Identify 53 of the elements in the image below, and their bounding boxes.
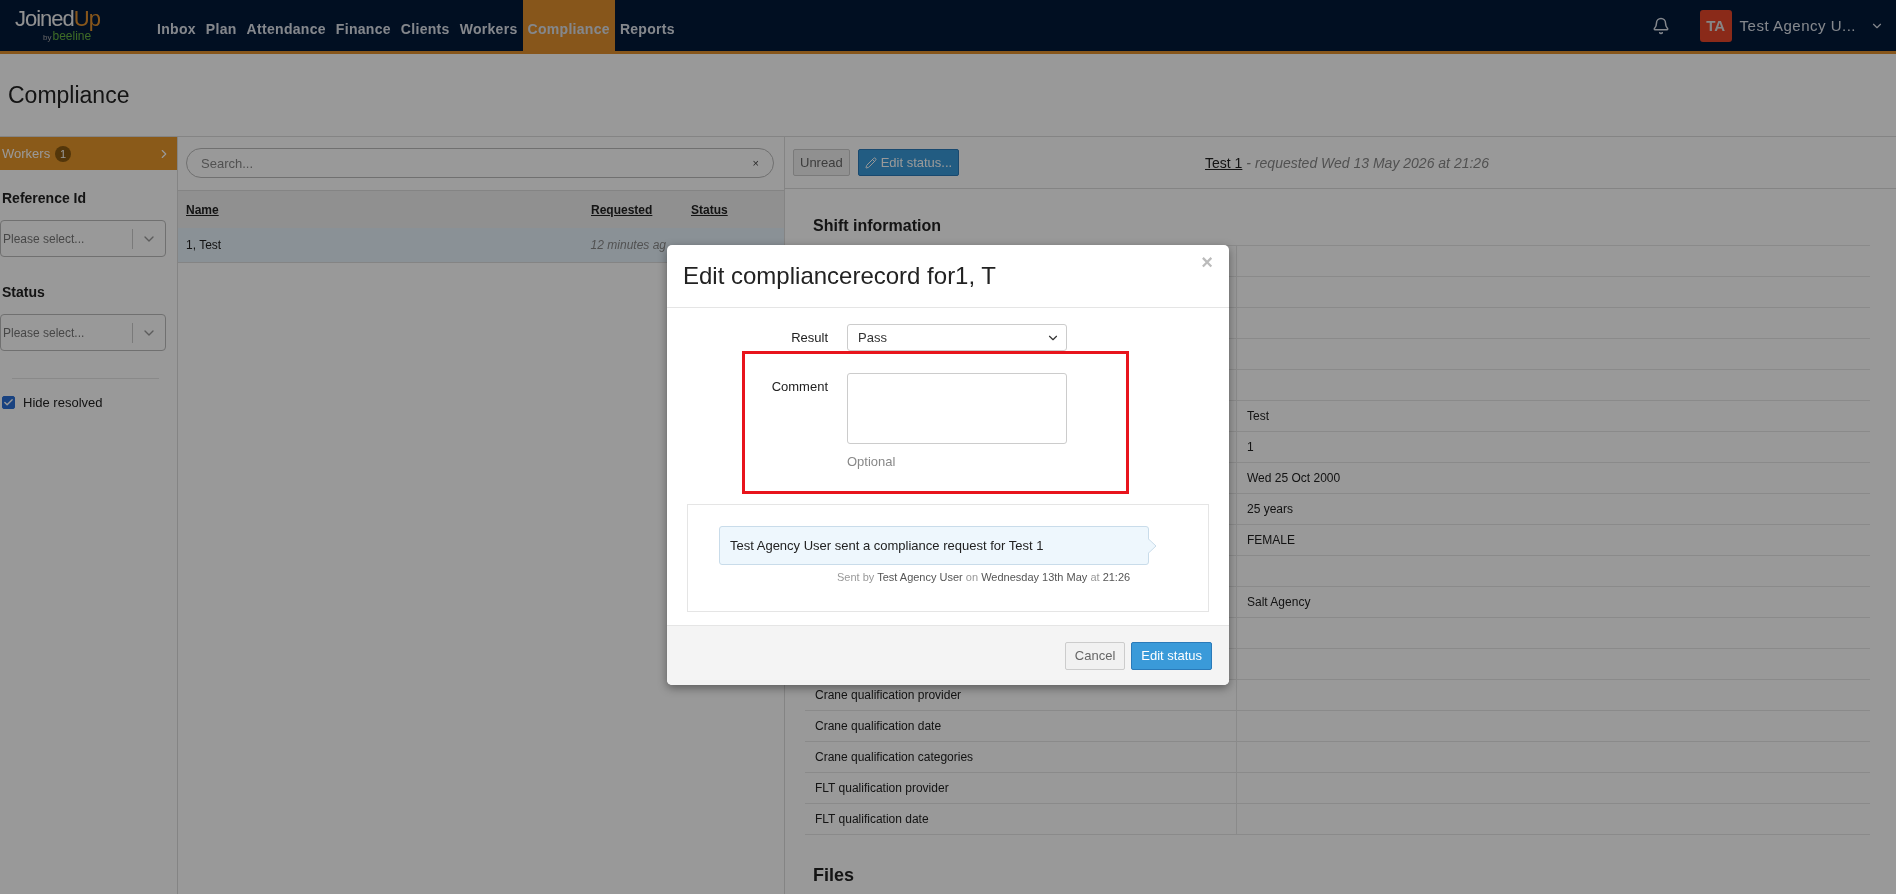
message-text: Test Agency User sent a compliance request for Test 1 [730,538,1044,553]
field-value: 1 [1247,440,1254,454]
section-label: Workers [2,146,51,161]
field-value: Test [1247,409,1269,423]
result-select[interactable]: Pass [847,324,1067,351]
worker-name: 1, Test [186,238,222,252]
column-header[interactable]: Name [186,202,591,217]
comment-field[interactable] [847,373,1067,444]
filter-label: Status [2,284,46,300]
list-row[interactable]: 1, Test 12 minutes ag [178,228,784,263]
field-value: Wed 25 Oct 2000 [1247,471,1341,485]
dialog-title: Edit compliancerecord for1, T [683,262,997,290]
field-label: Crane qualification categories [815,750,974,764]
submit-button[interactable]: Edit status [1131,641,1212,670]
record-link[interactable]: Test 1 [1205,154,1243,171]
filter-label: Reference Id [2,190,88,206]
nav-tab[interactable]: Clients [395,0,455,51]
field-label: Comment [770,378,828,394]
cancel-button[interactable]: Cancel [1064,641,1126,670]
hide-resolved-checkbox[interactable] [2,396,15,409]
checkbox-label: Hide resolved [23,395,103,410]
pencil-icon [864,156,877,169]
section-heading: Shift information [813,217,942,235]
sidebar-section-header[interactable]: Workers 1 [0,137,177,170]
nav-tab[interactable]: Inbox [152,0,201,51]
nav-tab[interactable]: Workers [454,0,523,51]
field-label: Crane qualification provider [815,688,962,702]
clear-icon[interactable]: × [752,157,759,169]
user-name[interactable]: Test Agency U... [1739,17,1856,34]
requested-date: - requested Wed 13 May 2026 at 21:26 [1246,154,1489,171]
filter-select[interactable]: Please select... [0,220,166,257]
column-header[interactable]: Requested [591,202,691,217]
section-heading: Files [813,865,856,886]
field-value: 25 years [1247,502,1294,516]
column-header[interactable]: Status [691,202,751,217]
nav-tab[interactable]: Plan [200,0,242,51]
unread-button[interactable]: Unread [793,149,850,176]
requested-time: 12 minutes ag [590,238,666,252]
bell-icon[interactable] [1651,16,1670,35]
field-label: Result [790,329,828,345]
field-label: FLT qualification provider [815,781,949,795]
help-text: Optional [847,454,897,469]
nav-tab[interactable]: Finance [330,0,396,51]
field-label: FLT qualification date [815,812,929,826]
field-value: FEMALE [1247,533,1295,547]
nav-tab[interactable]: Attendance [241,0,331,51]
filter-select[interactable]: Please select... [0,314,166,351]
field-value: Salt Agency [1247,595,1311,609]
message-meta: Sent by Test Agency User on Wednesday 13th May at 21:26 [837,571,1132,583]
field-label: Crane qualification date [815,719,942,733]
page-title: Compliance [8,81,130,109]
logo-text: JoinedUp [15,7,101,30]
count-badge: 1 [55,145,72,162]
